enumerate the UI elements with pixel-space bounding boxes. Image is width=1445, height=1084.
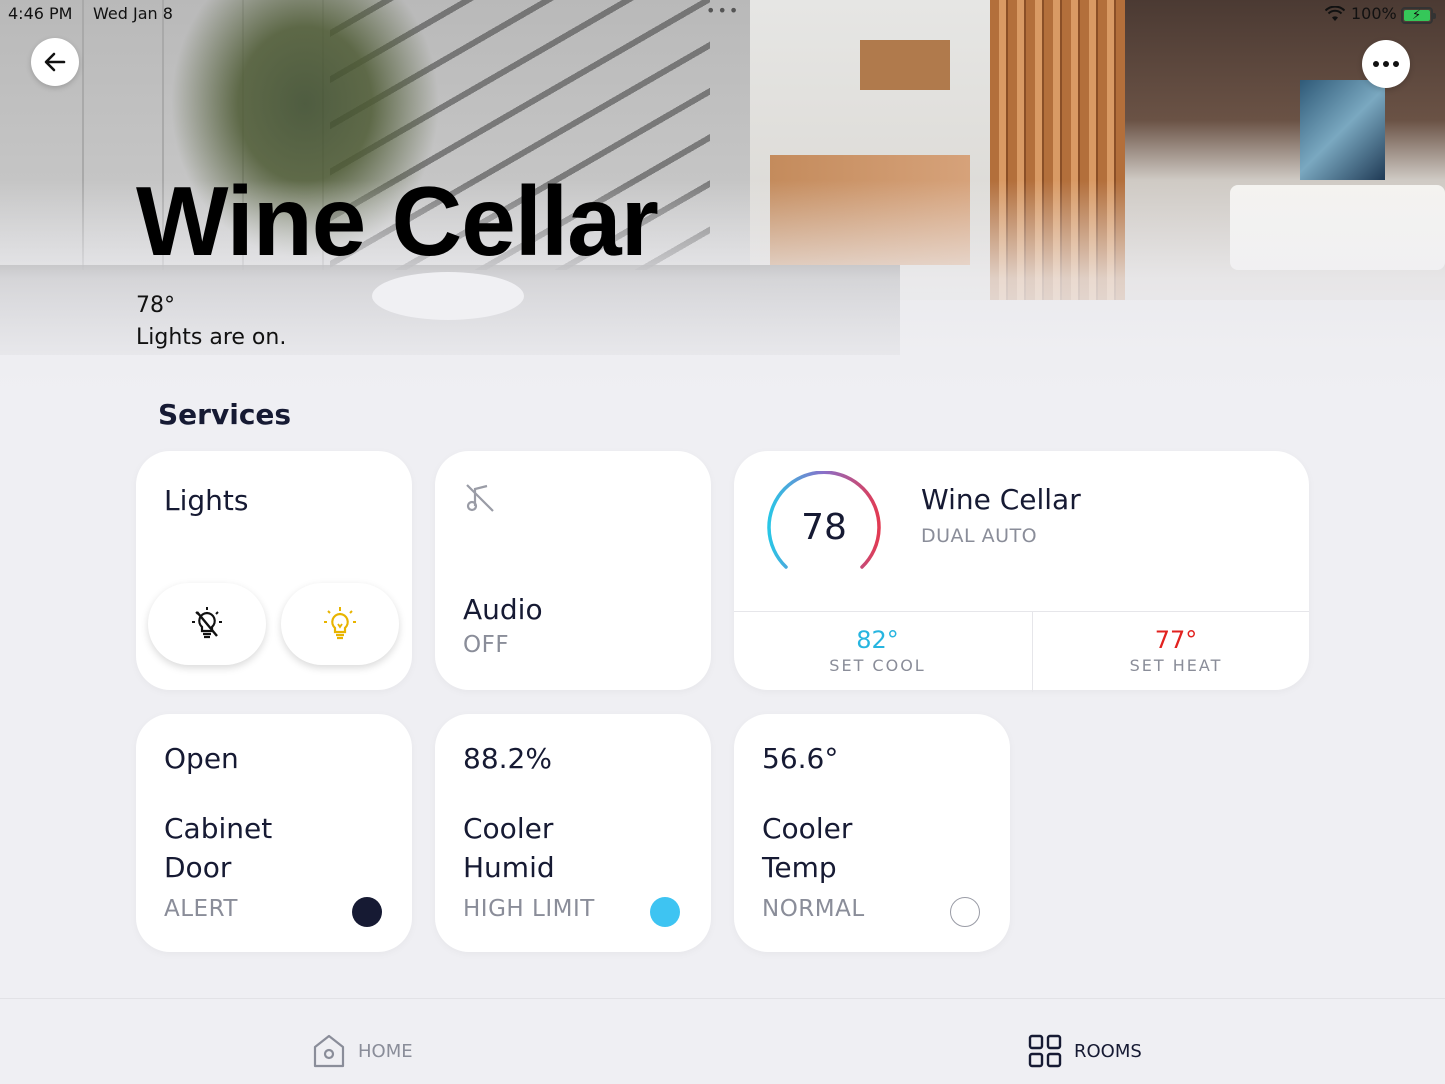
home-icon [313, 1034, 345, 1068]
ellipsis-icon [1373, 61, 1399, 67]
tab-bar: HOME ROOMS [0, 998, 1445, 1084]
cabinet-door-status: ALERT [164, 896, 238, 922]
room-temperature: 78° [136, 293, 175, 318]
cooler-temp-title-line2: Temp [762, 851, 837, 884]
set-cool-button[interactable]: 82° SET COOL [734, 612, 1021, 692]
cooler-temp-card[interactable]: 56.6° Cooler Temp NORMAL [734, 714, 1010, 952]
wifi-icon [1325, 6, 1345, 21]
room-title: Wine Cellar [136, 166, 659, 276]
cooler-humid-card[interactable]: 88.2% Cooler Humid HIGH LIMIT [435, 714, 711, 952]
cabinet-door-card[interactable]: Open Cabinet Door ALERT [136, 714, 412, 952]
status-dot [650, 897, 680, 927]
thermostat-current-temp: 78 [801, 507, 847, 548]
grid-icon [1028, 1034, 1062, 1068]
cooler-temp-title-line1: Cooler [762, 812, 853, 845]
music-off-icon [466, 484, 494, 512]
bulb-on-icon [324, 607, 356, 640]
status-bar: 4:46 PM Wed Jan 8 ••• 100% ⚡ [0, 1, 1445, 26]
lights-title: Lights [164, 484, 249, 517]
tab-home-label: HOME [358, 1040, 413, 1062]
cooler-humid-title-line2: Humid [463, 851, 555, 884]
battery-percentage: 100% [1351, 4, 1397, 23]
set-cool-value: 82° [856, 626, 899, 654]
tab-rooms-label: ROOMS [1074, 1040, 1142, 1062]
thermostat-card[interactable]: 78 Wine Cellar DUAL AUTO 82° SET COOL 77… [734, 451, 1309, 692]
cooler-humid-status: HIGH LIMIT [463, 896, 595, 922]
status-dot [950, 897, 980, 927]
room-status: Lights are on. [136, 325, 287, 350]
bulb-off-icon [192, 607, 222, 639]
audio-state: OFF [463, 632, 510, 658]
cooler-temp-value: 56.6° [762, 742, 839, 775]
audio-card[interactable]: Audio OFF [435, 451, 711, 690]
battery-icon: ⚡ [1401, 7, 1436, 24]
lights-card[interactable]: Lights [136, 451, 412, 690]
thermostat-setpoints: 82° SET COOL 77° SET HEAT [734, 611, 1309, 692]
cooler-humid-title-line1: Cooler [463, 812, 554, 845]
more-options-button[interactable] [1362, 40, 1410, 88]
cabinet-door-title-line1: Cabinet [164, 812, 273, 845]
set-heat-button[interactable]: 77° SET HEAT [1032, 612, 1319, 692]
audio-title: Audio [463, 593, 543, 626]
set-heat-label: SET HEAT [1129, 656, 1223, 675]
back-button[interactable] [31, 38, 79, 86]
lights-off-button[interactable] [148, 583, 266, 665]
arrow-left-icon [44, 52, 66, 72]
thermostat-mode: DUAL AUTO [921, 525, 1038, 547]
services-heading: Services [158, 398, 292, 431]
lights-on-button[interactable] [281, 583, 399, 665]
thermostat-name: Wine Cellar [921, 483, 1081, 516]
set-heat-value: 77° [1154, 626, 1198, 654]
cabinet-door-title-line2: Door [164, 851, 232, 884]
cooler-humid-value: 88.2% [463, 742, 552, 775]
cooler-temp-status: NORMAL [762, 896, 865, 922]
tab-rooms[interactable]: ROOMS [1028, 1031, 1142, 1071]
status-date: Wed Jan 8 [93, 4, 173, 23]
cabinet-door-value: Open [164, 742, 239, 775]
set-cool-label: SET COOL [829, 656, 926, 675]
multitask-dots-icon[interactable]: ••• [706, 1, 740, 20]
status-dot [352, 897, 382, 927]
charging-bolt-icon: ⚡ [1412, 8, 1422, 23]
status-time: 4:46 PM [8, 4, 73, 23]
tab-home[interactable]: HOME [312, 1031, 413, 1071]
